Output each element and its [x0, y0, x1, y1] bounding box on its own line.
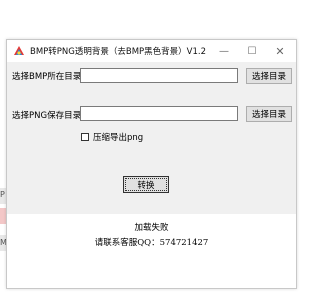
background-letter: P — [0, 190, 5, 199]
compress-label[interactable]: 压缩导出png — [93, 131, 143, 143]
status-text: 加载失败 — [134, 223, 169, 233]
png-dir-label: 选择PNG保存目录 — [12, 111, 82, 121]
png-browse-button[interactable]: 选择目录 — [246, 106, 292, 122]
bmp-dir-input[interactable] — [80, 68, 238, 83]
title-bar[interactable]: BMP转PNG透明背景（去BMP黑色背景）V1.2 — ☐ ✕ — [7, 40, 296, 62]
app-icon — [13, 45, 25, 57]
convert-button[interactable]: 转换 — [123, 176, 169, 193]
window-title: BMP转PNG透明背景（去BMP黑色背景）V1.2 — [30, 47, 206, 57]
png-dir-input[interactable] — [80, 106, 238, 121]
compress-checkbox[interactable] — [81, 133, 89, 141]
info-panel: 加载失败 请联系客服QQ：574721427 — [7, 214, 296, 288]
bmp-dir-label: 选择BMP所在目录 — [12, 72, 82, 82]
maximize-button[interactable]: ☐ — [238, 40, 266, 62]
bmp-browse-button[interactable]: 选择目录 — [246, 68, 292, 84]
contact-text: 请联系客服QQ：574721427 — [94, 238, 209, 248]
app-window: BMP转PNG透明背景（去BMP黑色背景）V1.2 — ☐ ✕ 选择BMP所在目… — [6, 39, 297, 289]
minimize-button[interactable]: — — [210, 40, 238, 62]
form-area: 选择BMP所在目录 选择目录 选择PNG保存目录 选择目录 压缩导出png 转换 — [7, 62, 296, 214]
close-button[interactable]: ✕ — [266, 40, 294, 62]
